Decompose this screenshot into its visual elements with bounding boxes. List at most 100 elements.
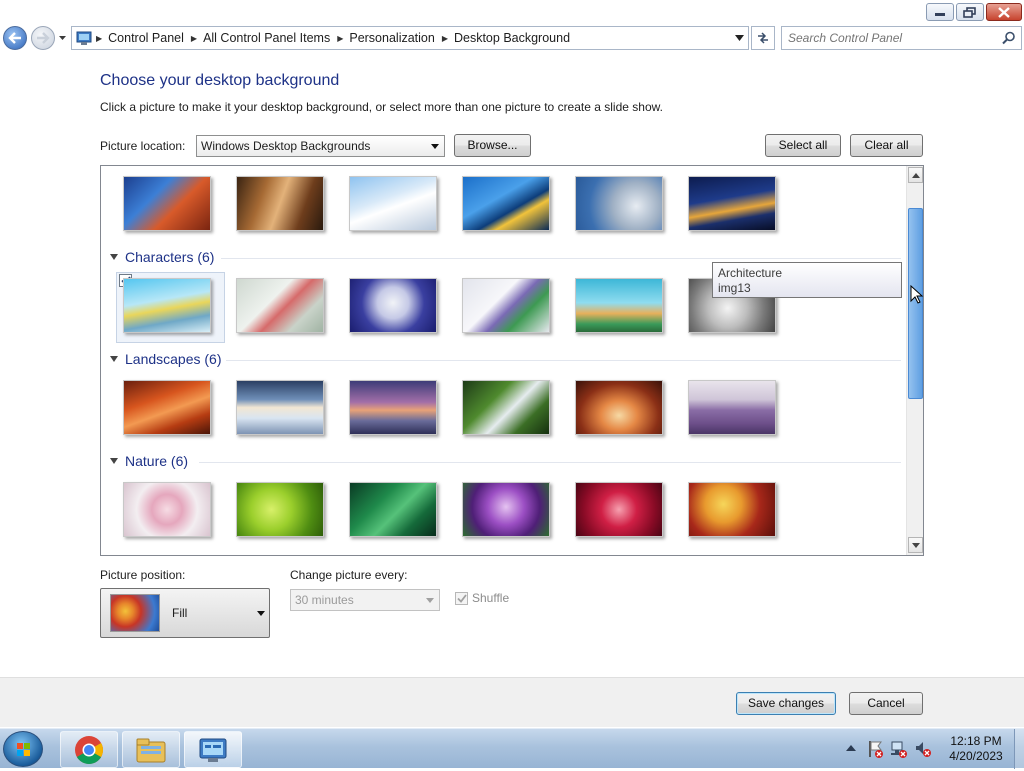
forward-arrow-icon [37, 32, 50, 44]
group-divider [199, 462, 901, 463]
volume-muted-icon[interactable] [914, 739, 932, 759]
browse-button[interactable]: Browse... [454, 134, 531, 157]
windows-logo-icon [17, 743, 30, 756]
show-hidden-icons-icon[interactable] [846, 744, 856, 752]
clear-all-button[interactable]: Clear all [850, 134, 923, 157]
shuffle-label: Shuffle [472, 591, 510, 605]
shuffle-option[interactable]: Shuffle [455, 591, 509, 605]
back-button[interactable] [3, 26, 27, 50]
change-picture-interval-value: 30 minutes [295, 593, 354, 607]
taskbar-clock[interactable]: 12:18 PM 4/20/2023 [944, 734, 1008, 764]
group-title-nature: Nature (6) [125, 453, 189, 469]
collapse-triangle-icon[interactable] [110, 254, 118, 260]
minimize-button[interactable] [926, 3, 954, 21]
thumbnail-characters-2[interactable] [236, 278, 324, 333]
taskbar-explorer-button[interactable] [122, 731, 180, 768]
group-divider [226, 360, 901, 361]
thumbnail-tooltip: Architecture img13 [712, 262, 902, 298]
breadcrumb-personalization[interactable]: Personalization [343, 31, 441, 45]
collapse-triangle-icon[interactable] [110, 458, 118, 464]
thumbnail-nature-6[interactable] [688, 482, 776, 537]
scroll-up-button[interactable] [908, 167, 923, 183]
taskbar-control-panel-button[interactable] [184, 731, 242, 768]
minimize-icon [935, 13, 945, 16]
picture-location-value: Windows Desktop Backgrounds [201, 139, 371, 153]
control-panel-icon [199, 738, 227, 762]
thumbnail-nature-1[interactable] [123, 482, 211, 537]
folder-icon [136, 738, 166, 762]
thumbnail-nature-3[interactable] [349, 482, 437, 537]
picture-position-label: Picture position: [100, 568, 186, 582]
scroll-up-icon [911, 172, 920, 178]
thumbnail-characters-1[interactable] [123, 278, 211, 333]
taskbar-chrome-button[interactable] [60, 731, 118, 768]
close-icon [998, 6, 1010, 18]
network-icon[interactable] [890, 739, 908, 759]
group-title-characters: Characters (6) [125, 249, 215, 265]
thumbnail-nature-4[interactable] [462, 482, 550, 537]
page-description: Click a picture to make it your desktop … [100, 100, 663, 114]
thumbnail-architecture-4[interactable] [462, 176, 550, 231]
address-bar[interactable]: ▶ Control Panel ▶ All Control Panel Item… [71, 26, 749, 50]
chrome-icon [75, 735, 103, 764]
thumbnail-architecture-2[interactable] [236, 176, 324, 231]
forward-button[interactable] [31, 26, 55, 50]
window-title-bar [0, 0, 1024, 24]
thumbnail-characters-5[interactable] [575, 278, 663, 333]
change-picture-interval-dropdown[interactable]: 30 minutes [290, 589, 440, 611]
breadcrumb-control-panel[interactable]: Control Panel [102, 31, 191, 45]
picture-location-label: Picture location: [100, 139, 186, 153]
address-history-dropdown-icon[interactable] [735, 35, 744, 41]
restore-icon [963, 6, 976, 18]
breadcrumb-all-items[interactable]: All Control Panel Items [197, 31, 337, 45]
thumbnail-landscapes-1[interactable] [123, 380, 211, 435]
thumbnail-landscapes-3[interactable] [349, 380, 437, 435]
scroll-down-button[interactable] [908, 537, 923, 553]
recent-pages-dropdown[interactable] [58, 32, 68, 44]
picture-position-value: Fill [172, 606, 188, 620]
chevron-down-icon [426, 598, 434, 603]
chevron-down-icon [431, 144, 439, 149]
shuffle-checkbox[interactable] [455, 591, 468, 605]
group-header-characters[interactable]: Characters (6) [110, 249, 215, 265]
search-input[interactable] [786, 29, 996, 47]
save-changes-button[interactable]: Save changes [736, 692, 836, 715]
thumbnail-nature-2[interactable] [236, 482, 324, 537]
picture-location-dropdown[interactable]: Windows Desktop Backgrounds [196, 135, 445, 157]
restore-button[interactable] [956, 3, 984, 21]
thumbnail-landscapes-6[interactable] [688, 380, 776, 435]
select-all-button[interactable]: Select all [765, 134, 841, 157]
thumbnail-architecture-5[interactable] [575, 176, 663, 231]
action-center-flag-icon[interactable] [866, 739, 884, 759]
search-icon[interactable] [1002, 31, 1016, 45]
gallery-scrollbar[interactable] [906, 166, 923, 555]
start-button[interactable] [3, 731, 43, 767]
thumbnail-architecture-6[interactable] [688, 176, 776, 231]
clock-date: 4/20/2023 [949, 749, 1003, 763]
background-gallery[interactable]: Characters (6) Landscapes (6) Nature (6)… [100, 165, 924, 556]
thumbnail-architecture-3[interactable] [349, 176, 437, 231]
cancel-button[interactable]: Cancel [849, 692, 923, 715]
tooltip-filename: img13 [718, 281, 751, 295]
search-box[interactable] [781, 26, 1022, 50]
group-header-landscapes[interactable]: Landscapes (6) [110, 351, 222, 367]
thumbnail-nature-5[interactable] [575, 482, 663, 537]
thumbnail-architecture-1[interactable] [123, 176, 211, 231]
page-title: Choose your desktop background [100, 72, 340, 89]
close-button[interactable] [986, 3, 1022, 21]
thumbnail-characters-3[interactable] [349, 278, 437, 333]
refresh-button[interactable] [751, 26, 775, 50]
back-arrow-icon [8, 32, 21, 44]
breadcrumb-desktop-background[interactable]: Desktop Background [448, 31, 577, 45]
group-header-nature[interactable]: Nature (6) [110, 453, 189, 469]
picture-position-dropdown[interactable]: Fill [100, 588, 270, 638]
show-desktop-button[interactable] [1014, 729, 1024, 769]
navigation-bar: ▶ Control Panel ▶ All Control Panel Item… [0, 24, 1024, 54]
mouse-cursor-icon [910, 285, 924, 304]
thumbnail-landscapes-2[interactable] [236, 380, 324, 435]
thumbnail-landscapes-4[interactable] [462, 380, 550, 435]
thumbnail-characters-4[interactable] [462, 278, 550, 333]
thumbnail-landscapes-5[interactable] [575, 380, 663, 435]
collapse-triangle-icon[interactable] [110, 356, 118, 362]
group-divider [221, 258, 901, 259]
